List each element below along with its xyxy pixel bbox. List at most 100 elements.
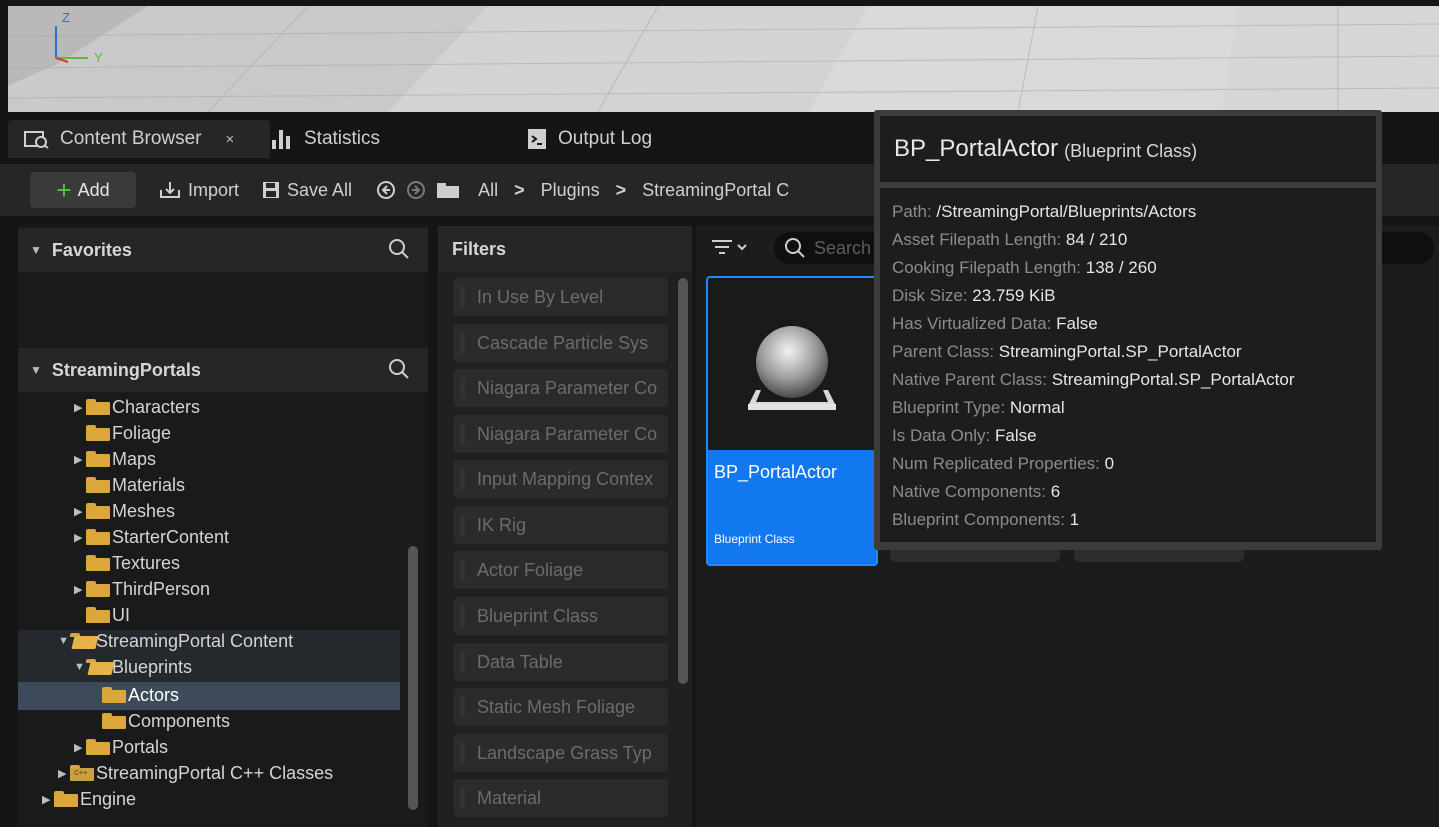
project-header[interactable]: ▼ StreamingPortals (18, 348, 428, 392)
expand-arrow-icon[interactable]: ▶ (74, 531, 86, 544)
filter-item[interactable]: Material (454, 779, 668, 817)
tree-item-portals[interactable]: ▶ Portals (74, 734, 168, 760)
tree-item-actors[interactable]: Actors (102, 682, 179, 708)
import-button[interactable]: Import (158, 180, 239, 201)
folder-icon (86, 477, 110, 493)
tree-item-thirdperson[interactable]: ▶ ThirdPerson (74, 576, 210, 602)
tree-item-meshes[interactable]: ▶ Meshes (74, 498, 175, 524)
filters-scrollbar[interactable] (678, 278, 688, 684)
breadcrumb-streamingportal[interactable]: StreamingPortal C (642, 180, 789, 201)
collapse-triangle-icon: ▼ (30, 243, 42, 257)
tree-item-label: Engine (80, 788, 137, 809)
filter-checkbox (460, 423, 465, 445)
sources-scrollbar[interactable] (408, 546, 418, 810)
filter-item[interactable]: Data Table (454, 643, 668, 681)
filters-panel: Filters In Use By Level Cascade Particle… (438, 226, 692, 827)
tree-item-startercontent[interactable]: ▶ StarterContent (74, 524, 229, 550)
folder-icon (86, 739, 110, 755)
breadcrumb-plugins[interactable]: Plugins (541, 180, 600, 201)
tooltip-row: Native Components: 6 (892, 482, 1060, 502)
tree-item-blueprints[interactable]: ▼ Blueprints (74, 654, 192, 680)
tree-item-label: Blueprints (112, 656, 193, 677)
forward-arrow-icon[interactable] (406, 180, 426, 200)
tab-statistics[interactable]: Statistics (254, 120, 396, 158)
folder-open-icon (86, 659, 110, 675)
tree-item-maps[interactable]: ▶ Maps (74, 446, 156, 472)
filter-label: Niagara Parameter Co (477, 377, 658, 398)
expand-arrow-icon[interactable]: ▶ (74, 505, 86, 518)
expand-arrow-icon[interactable]: ▶ (74, 741, 86, 754)
tree-item-streamingportal-content[interactable]: ▼ StreamingPortal Content (58, 628, 293, 654)
favorites-label: Favorites (51, 239, 132, 260)
filter-item[interactable]: IK Rig (454, 506, 668, 544)
collapse-arrow-icon[interactable]: ▼ (74, 661, 86, 673)
breadcrumb-all[interactable]: All (478, 180, 498, 201)
tab-content-browser-label: Content Browser (60, 128, 202, 149)
filter-item[interactable]: Niagara Parameter Co (454, 415, 668, 453)
tooltip-value: /StreamingPortal/Blueprints/Actors (936, 202, 1197, 221)
tree-selected-highlight (18, 682, 400, 710)
tree-item-textures[interactable]: Textures (86, 550, 180, 576)
filter-label: Actor Foliage (477, 559, 584, 580)
tree-item-materials[interactable]: Materials (86, 472, 185, 498)
tree-item-label: Characters (112, 396, 201, 417)
expand-arrow-icon[interactable]: ▶ (74, 453, 86, 466)
filter-label: Landscape Grass Typ (477, 742, 652, 763)
tooltip-row: Path: /StreamingPortal/Blueprints/Actors (892, 202, 1196, 222)
filter-checkbox (460, 787, 465, 809)
chevron-right-icon[interactable]: > (514, 180, 525, 201)
tree-item-components[interactable]: Components (102, 708, 230, 734)
tooltip-row: Blueprint Type: Normal (892, 398, 1065, 418)
tree-item-ui[interactable]: UI (86, 602, 130, 628)
content-browser-icon (24, 131, 49, 149)
filter-item[interactable]: Blueprint Class (454, 597, 668, 635)
favorites-header[interactable]: ▼ Favorites (18, 228, 428, 272)
tooltip-value: 6 (1050, 482, 1061, 501)
filter-item[interactable]: Static Mesh Foliage (454, 688, 668, 726)
tree-item-foliage[interactable]: Foliage (86, 420, 171, 446)
search-icon[interactable] (388, 358, 410, 380)
filter-item[interactable]: In Use By Level (454, 278, 668, 316)
add-button[interactable]: + Add (30, 172, 136, 208)
tree-item-characters[interactable]: ▶ Characters (74, 394, 200, 420)
filter-item[interactable]: Input Mapping Contex (454, 460, 668, 498)
expand-arrow-icon[interactable]: ▶ (74, 583, 86, 596)
tree-item-label: StreamingPortal Content (96, 630, 294, 651)
save-all-button[interactable]: Save All (261, 180, 352, 201)
chevron-right-icon[interactable]: > (616, 180, 627, 201)
tree-item-engine[interactable]: ▶ Engine (42, 786, 136, 812)
level-viewport[interactable]: Z Y (8, 6, 1439, 112)
back-arrow-icon[interactable] (376, 180, 396, 200)
asset-tile-partial[interactable] (890, 548, 1060, 562)
filter-label: Blueprint Class (477, 605, 599, 626)
tab-content-browser[interactable]: Content Browser × (8, 120, 270, 158)
tooltip-body: Path: /StreamingPortal/Blueprints/Actors… (880, 188, 1376, 542)
expand-arrow-icon[interactable]: ▶ (58, 767, 70, 780)
filter-dropdown-icon[interactable] (710, 236, 754, 260)
expand-arrow-icon[interactable]: ▶ (42, 793, 54, 806)
tree-item-cpp-classes[interactable]: ▶ C++ StreamingPortal C++ Classes (58, 760, 333, 786)
tooltip-row: Blueprint Components: 1 (892, 510, 1079, 530)
tab-output-log[interactable]: Output Log (510, 120, 668, 158)
filter-item[interactable]: Cascade Particle Sys (454, 324, 668, 362)
filter-item[interactable]: Niagara Parameter Co (454, 369, 668, 407)
sources-panel: ▼ Favorites ▼ StreamingPortals ▶ Characte… (18, 226, 428, 827)
tab-output-log-label: Output Log (558, 128, 653, 149)
filter-checkbox (460, 559, 465, 581)
filter-item[interactable]: Landscape Grass Typ (454, 734, 668, 772)
expand-arrow-icon[interactable]: ▶ (74, 401, 86, 414)
asset-tile-partial[interactable] (1074, 548, 1244, 562)
filter-label: IK Rig (477, 514, 527, 535)
plus-icon: + (56, 175, 72, 205)
asset-tooltip: BP_PortalActor (Blueprint Class) Path: /… (874, 110, 1382, 550)
asset-tile[interactable]: BP_PortalActor Blueprint Class (706, 276, 878, 566)
search-icon[interactable] (388, 238, 410, 260)
tree-item-label: Textures (112, 552, 181, 573)
filter-checkbox (460, 468, 465, 490)
collapse-arrow-icon[interactable]: ▼ (58, 635, 70, 647)
filter-item[interactable]: Actor Foliage (454, 551, 668, 589)
tab-statistics-label: Statistics (304, 128, 381, 149)
tree-item-label: StarterContent (112, 526, 230, 547)
tooltip-row: Native Parent Class: StreamingPortal.SP_… (892, 370, 1295, 390)
close-tab-icon[interactable]: × (226, 131, 235, 148)
